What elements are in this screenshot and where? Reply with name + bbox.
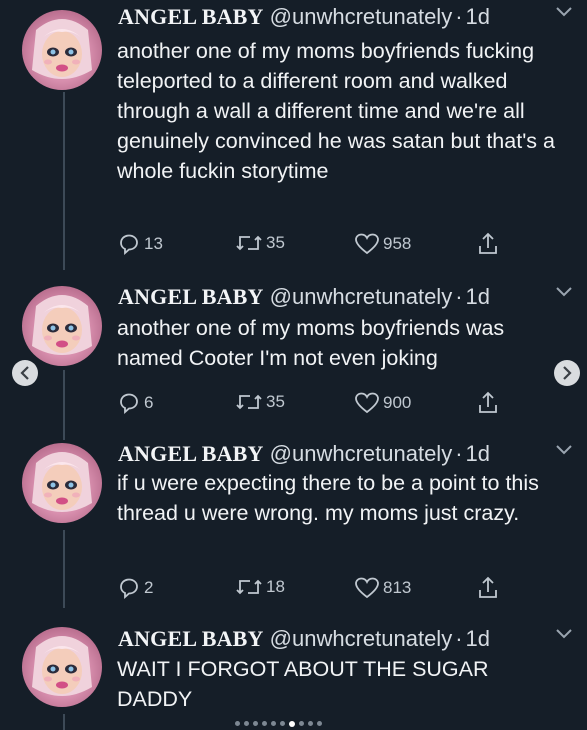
tweet-text: another one of my moms boyfriends was na… <box>117 316 505 370</box>
like-button[interactable]: 900 <box>354 391 411 415</box>
carousel-dot[interactable] <box>299 721 304 726</box>
tweet[interactable]: ANGEL BABY @unwhcretunately · 1d WAIT I FOR… <box>0 622 587 730</box>
carousel-indicator <box>235 720 322 727</box>
tweet-header: ANGEL BABY @unwhcretunately · 1d <box>118 626 490 652</box>
avatar[interactable] <box>22 627 102 707</box>
reply-button[interactable]: 2 <box>117 576 153 600</box>
tweet[interactable]: ANGEL BABY @unwhcretunately · 1d another on… <box>0 280 587 430</box>
like-count: 900 <box>383 393 412 412</box>
avatar[interactable] <box>22 286 102 366</box>
reply-button[interactable]: 6 <box>117 391 153 415</box>
tweet-header: ANGEL BABY @unwhcretunately · 1d <box>118 441 490 467</box>
retweet-button[interactable]: 35 <box>235 232 285 254</box>
author-handle[interactable]: @unwhcretunately <box>270 284 453 309</box>
reply-button[interactable]: 13 <box>117 232 163 256</box>
reply-icon <box>120 234 138 255</box>
reply-count: 2 <box>144 578 154 597</box>
like-count: 813 <box>383 578 412 597</box>
carousel-dot[interactable] <box>262 721 267 726</box>
author-name[interactable]: ANGEL BABY <box>118 626 264 651</box>
carousel-dot[interactable] <box>289 720 295 727</box>
retweet-icon <box>236 394 262 410</box>
tweet[interactable]: ANGEL BABY @unwhcretunately · 1d if u were … <box>0 438 587 618</box>
carousel-dot[interactable] <box>308 721 313 726</box>
retweet-icon <box>236 235 262 251</box>
separator: · <box>455 284 463 309</box>
heart-icon <box>355 233 379 255</box>
carousel-dot[interactable] <box>253 721 258 726</box>
heart-icon <box>355 392 379 414</box>
chevron-right-icon <box>563 366 572 380</box>
retweet-button[interactable]: 35 <box>235 391 285 413</box>
previous-button[interactable] <box>12 360 38 386</box>
like-button[interactable]: 958 <box>354 232 411 256</box>
tweet-header: ANGEL BABY @unwhcretunately · 1d <box>118 284 490 310</box>
carousel-dot[interactable] <box>244 721 249 726</box>
separator: · <box>455 441 463 466</box>
carousel-dot[interactable] <box>280 721 285 726</box>
heart-icon <box>355 577 379 599</box>
tweet-header: ANGEL BABY @unwhcretunately · 1d <box>118 4 490 30</box>
tweet[interactable]: ANGEL BABY @unwhcretunately · 1d another on… <box>0 0 587 275</box>
chevron-down-icon[interactable] <box>556 284 572 302</box>
avatar[interactable] <box>22 443 102 523</box>
tweet-text: WAIT I FORGOT ABOUT THE SUGAR DADDY <box>117 657 489 711</box>
timestamp[interactable]: 1d <box>466 284 490 309</box>
author-name[interactable]: ANGEL BABY <box>118 441 264 466</box>
retweet-count: 35 <box>266 233 285 252</box>
author-name[interactable]: ANGEL BABY <box>118 284 264 309</box>
like-button[interactable]: 813 <box>354 576 411 600</box>
share-button[interactable] <box>477 576 499 600</box>
carousel-dot[interactable] <box>235 721 240 726</box>
timestamp[interactable]: 1d <box>466 626 490 651</box>
tweet-text: if u were expecting there to be a point … <box>117 471 539 525</box>
share-button[interactable] <box>477 391 499 415</box>
retweet-button[interactable]: 18 <box>235 576 285 598</box>
next-button[interactable] <box>554 360 580 386</box>
reply-count: 6 <box>144 393 154 412</box>
like-count: 958 <box>383 234 412 253</box>
carousel-dot[interactable] <box>271 721 276 726</box>
chevron-left-icon <box>20 366 29 380</box>
share-icon <box>479 232 497 254</box>
timestamp[interactable]: 1d <box>466 441 490 466</box>
separator: · <box>455 626 463 651</box>
author-handle[interactable]: @unwhcretunately <box>270 4 453 29</box>
chevron-down-icon[interactable] <box>556 4 572 22</box>
retweet-icon <box>236 579 262 595</box>
share-button[interactable] <box>477 232 499 256</box>
chevron-down-icon[interactable] <box>556 442 572 460</box>
author-name[interactable]: ANGEL BABY <box>118 4 264 29</box>
tweet-text: another one of my moms boyfriends fuckin… <box>117 39 555 183</box>
avatar[interactable] <box>22 10 102 90</box>
separator: · <box>455 4 463 29</box>
retweet-count: 35 <box>266 392 285 411</box>
share-icon <box>479 391 497 413</box>
chevron-down-icon[interactable] <box>556 626 572 644</box>
author-handle[interactable]: @unwhcretunately <box>270 441 453 466</box>
author-handle[interactable]: @unwhcretunately <box>270 626 453 651</box>
reply-icon <box>120 393 138 414</box>
reply-icon <box>120 578 138 599</box>
share-icon <box>479 576 497 598</box>
carousel-dot[interactable] <box>317 721 322 726</box>
reply-count: 13 <box>144 234 163 253</box>
timestamp[interactable]: 1d <box>466 4 490 29</box>
retweet-count: 18 <box>266 577 285 596</box>
